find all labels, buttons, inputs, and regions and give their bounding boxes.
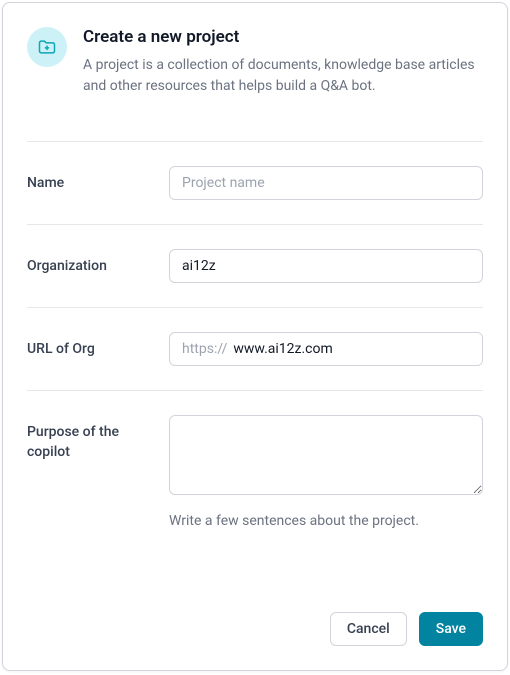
save-button[interactable]: Save — [419, 612, 483, 646]
cancel-button[interactable]: Cancel — [330, 612, 407, 646]
modal-footer: Cancel Save — [3, 596, 507, 670]
field-purpose: Purpose of the copilot Write a few sente… — [27, 390, 483, 556]
url-prefix: https:// — [170, 333, 233, 365]
modal-header: Create a new project A project is a coll… — [3, 3, 507, 113]
organization-label: Organization — [27, 249, 153, 277]
url-label: URL of Org — [27, 332, 153, 360]
purpose-textarea[interactable] — [169, 415, 483, 495]
modal-body: Name Organization URL of Org https:// Pu… — [3, 113, 507, 596]
purpose-help: Write a few sentences about the project. — [169, 511, 483, 532]
field-url: URL of Org https:// — [27, 307, 483, 390]
field-organization: Organization — [27, 224, 483, 307]
purpose-label: Purpose of the copilot — [27, 415, 153, 462]
header-text: Create a new project A project is a coll… — [83, 27, 483, 97]
modal-title: Create a new project — [83, 27, 483, 47]
url-input-group: https:// — [169, 332, 483, 366]
folder-plus-icon — [27, 27, 67, 67]
organization-input[interactable] — [169, 249, 483, 283]
url-input[interactable] — [233, 333, 482, 365]
name-input[interactable] — [169, 166, 483, 200]
field-name: Name — [27, 141, 483, 224]
create-project-modal: Create a new project A project is a coll… — [2, 2, 508, 671]
modal-subtitle: A project is a collection of documents, … — [83, 55, 483, 97]
name-label: Name — [27, 166, 153, 194]
